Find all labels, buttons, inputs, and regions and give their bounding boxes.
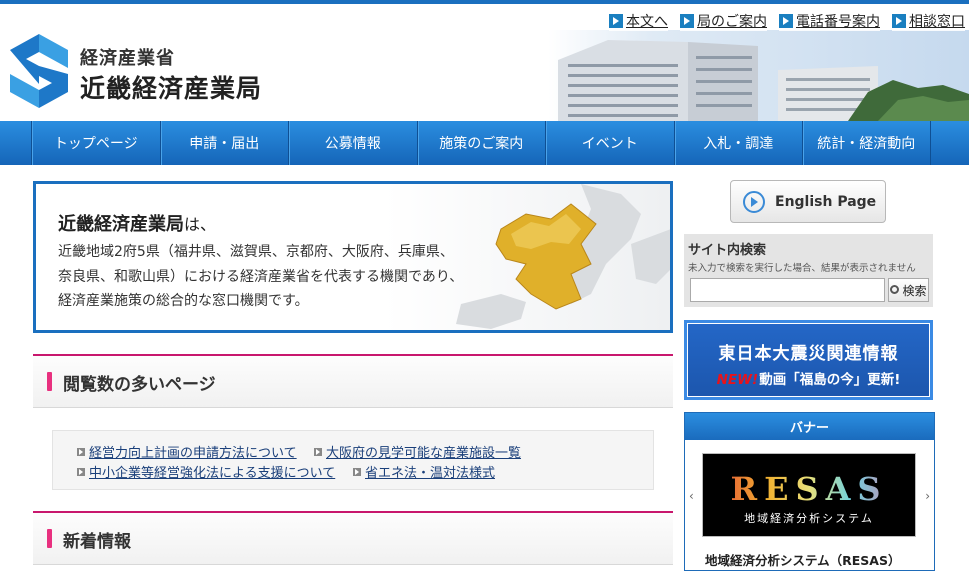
nav-item-statistics[interactable]: 統計・経済動向 (802, 121, 931, 165)
nav-item-top[interactable]: トップページ (31, 121, 160, 165)
arrow-right-icon (779, 14, 793, 28)
popular-link[interactable]: 省エネ法・温対法様式 (353, 462, 495, 481)
util-link-about[interactable]: 局のご案内 (680, 11, 767, 31)
nav-item-events[interactable]: イベント (545, 121, 674, 165)
banner-prev-icon[interactable]: ‹ (689, 489, 694, 503)
search-input[interactable] (690, 278, 885, 302)
nav-item-public-offering[interactable]: 公募情報 (288, 121, 417, 165)
meti-logo-icon[interactable] (8, 34, 70, 108)
util-link-phone-directory[interactable]: 電話番号案内 (779, 11, 880, 31)
arrow-right-icon (892, 14, 906, 28)
site-header: 経済産業省 近畿経済産業局 本文へ 局のご案内 電話番号案内 相談窓口 (0, 4, 969, 121)
link-arrow-icon (314, 447, 322, 456)
search-note: 未入力で検索を実行した場合、結果が表示されません (688, 263, 916, 274)
popular-link[interactable]: 中小企業等経営強化法による支援について (77, 462, 335, 481)
nav-item-applications[interactable]: 申請・届出 (159, 121, 289, 165)
new-badge: NEW! (716, 372, 759, 388)
banner-panel: バナー ‹ RESAS 地域経済分析システム › 地域経済分析システム（RESA… (684, 412, 935, 571)
util-link-consultation[interactable]: 相談窓口 (892, 11, 965, 31)
heading-marker-icon (47, 529, 52, 548)
news-heading: 新着情報 (33, 511, 673, 565)
popular-pages-list: 経営力向上計画の申請方法について 大阪府の見学可能な産業施設一覧 中小企業等経営… (52, 430, 654, 490)
bureau-name[interactable]: 近畿経済産業局 (80, 69, 262, 105)
intro-box: 近畿経済産業局は、 近畿地域2府5県（福井県、滋賀県、京都府、大阪府、兵庫県、 … (33, 181, 673, 333)
search-title: サイト内検索 (688, 243, 767, 258)
resas-banner-image[interactable]: RESAS 地域経済分析システム (702, 453, 916, 537)
arrow-circle-icon (743, 190, 765, 213)
intro-heading: 近畿経済産業局は、 (58, 214, 217, 235)
intro-text: 近畿地域2府5県（福井県、滋賀県、京都府、大阪府、兵庫県、 奈良県、和歌山県）に… (58, 244, 464, 309)
banner-caption[interactable]: 地域経済分析システム（RESAS） (705, 550, 900, 569)
link-arrow-icon (77, 447, 85, 456)
building-photo (548, 30, 969, 121)
heading-marker-icon (47, 372, 52, 391)
popular-link[interactable]: 経営力向上計画の申請方法について (77, 442, 297, 461)
popular-pages-heading: 閲覧数の多いページ (33, 354, 673, 408)
link-arrow-icon (353, 467, 361, 476)
arrow-right-icon (680, 14, 694, 28)
link-arrow-icon (77, 467, 85, 476)
resas-logo-sub: 地域経済分析システム (744, 512, 874, 525)
ministry-name: 経済産業省 (80, 48, 175, 69)
site-search: サイト内検索 未入力で検索を実行した場合、結果が表示されません 検索 (684, 234, 933, 307)
arrow-right-icon (609, 14, 623, 28)
nav-item-policies[interactable]: 施策のご案内 (416, 121, 546, 165)
global-nav: トップページ 申請・届出 公募情報 施策のご案内 イベント 入札・調達 統計・経… (0, 121, 969, 165)
nav-item-procurement[interactable]: 入札・調達 (673, 121, 803, 165)
search-button[interactable]: 検索 (888, 278, 929, 302)
banner-next-icon[interactable]: › (925, 489, 930, 503)
resas-logo-word: RESAS (703, 470, 915, 508)
util-link-skip-to-content[interactable]: 本文へ (609, 11, 668, 31)
popular-link[interactable]: 大阪府の見学可能な産業施設一覧 (314, 442, 521, 461)
banner-heading: バナー (685, 413, 934, 440)
utility-links: 本文へ 局のご案内 電話番号案内 相談窓口 (609, 11, 965, 31)
search-icon (890, 284, 900, 294)
english-page-button[interactable]: English Page (730, 180, 886, 223)
earthquake-info-banner[interactable]: 東日本大震災関連情報 NEW!動画「福島の今」更新! (684, 320, 933, 400)
